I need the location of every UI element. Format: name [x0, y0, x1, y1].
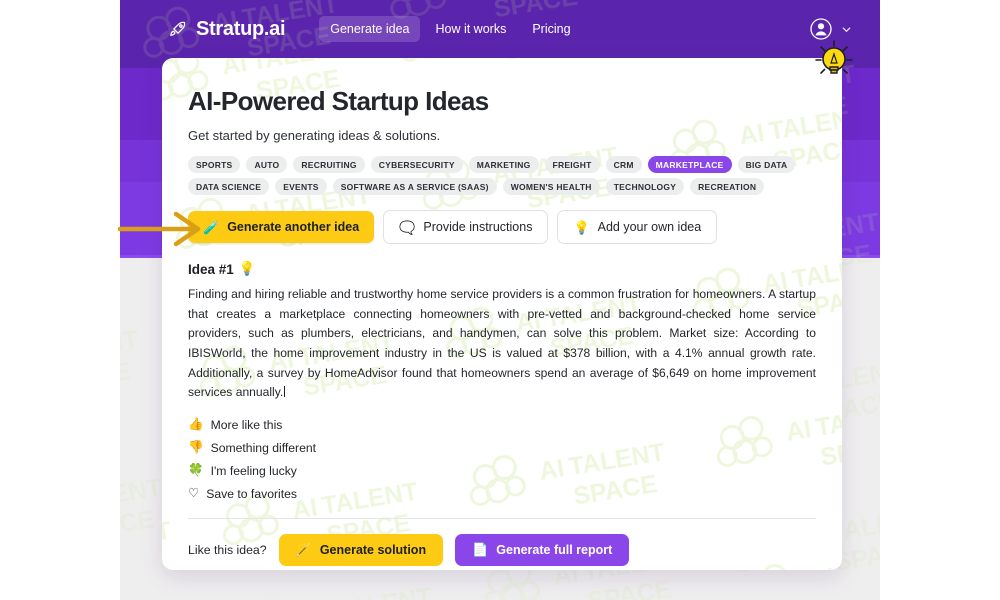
footer-divider — [188, 517, 816, 519]
lightbulb-icon: 💡 — [238, 261, 256, 277]
tag-sports[interactable]: SPORTS — [188, 156, 241, 174]
magic-wand-icon: 🪄 — [295, 542, 312, 558]
tag-events[interactable]: EVENTS — [275, 178, 327, 196]
tag-recruiting[interactable]: RECRUITING — [293, 156, 365, 174]
nav-links: Generate idea How it works Pricing — [319, 16, 581, 42]
nav-link-generate-idea[interactable]: Generate idea — [319, 16, 421, 42]
speech-balloon-icon: 🗨️ — [399, 219, 416, 235]
tag-womens-health[interactable]: WOMEN'S HEALTH — [502, 178, 600, 196]
tag-data-science[interactable]: DATA SCIENCE — [188, 178, 270, 196]
generate-solution-button[interactable]: 🪄 Generate solution — [278, 533, 444, 566]
brand-name: Stratup.ai — [196, 17, 286, 40]
app-root: AI TALENT SPACE Stratup.ai Generate idea — [0, 0, 1000, 600]
generate-full-report-button[interactable]: 📄 Generate full report — [455, 533, 630, 566]
tag-freight[interactable]: FREIGHT — [544, 156, 600, 174]
feedback-label: More like this — [210, 417, 283, 432]
page-subtitle: Get started by generating ideas & soluti… — [188, 128, 441, 144]
category-tag-list: SPORTS AUTO RECRUITING CYBERSECURITY MAR… — [188, 156, 813, 196]
generate-solution-label: Generate solution — [319, 542, 427, 557]
feedback-something-different[interactable]: 👎 Something different — [188, 441, 316, 455]
idea-body-content: Finding and hiring reliable and trustwor… — [188, 287, 816, 400]
idea-body-text[interactable]: Finding and hiring reliable and trustwor… — [188, 285, 816, 402]
flask-icon: 🧪 — [203, 219, 220, 235]
tag-big-data[interactable]: BIG DATA — [737, 156, 796, 174]
feedback-label: I'm feeling lucky — [210, 463, 297, 478]
feedback-label: Save to favorites — [206, 486, 297, 501]
footer-prompt-label: Like this idea? — [188, 542, 267, 557]
generate-another-idea-button[interactable]: 🧪 Generate another idea — [188, 211, 375, 244]
main-card: AI TALENT SPACE AI-Powered Startup Ideas… — [162, 58, 842, 570]
top-navbar: Stratup.ai Generate idea How it works Pr… — [120, 0, 880, 58]
nav-link-label: Pricing — [532, 22, 571, 36]
nav-link-label: How it works — [435, 22, 507, 36]
tag-technology[interactable]: TECHNOLOGY — [605, 178, 685, 196]
idea-heading-text: Idea #1 — [188, 261, 234, 277]
document-icon: 📄 — [472, 542, 489, 558]
rocket-icon — [168, 19, 188, 39]
brand-logo[interactable]: Stratup.ai — [168, 17, 286, 41]
tag-marketplace[interactable]: MARKETPLACE — [647, 156, 732, 174]
four-leaf-clover-icon: 🍀 — [188, 463, 204, 478]
decorative-lightbulb-icon — [815, 40, 853, 74]
tag-marketing[interactable]: MARKETING — [468, 156, 539, 174]
thumbs-up-icon: 👍 — [188, 417, 204, 432]
feedback-label: Something different — [210, 440, 317, 455]
idea-actions-row: 🧪 Generate another idea 🗨️ Provide instr… — [188, 210, 816, 245]
nav-link-pricing[interactable]: Pricing — [521, 16, 581, 42]
add-your-own-idea-label: Add your own idea — [597, 220, 702, 235]
tag-auto[interactable]: AUTO — [246, 156, 288, 174]
feedback-more-like-this[interactable]: 👍 More like this — [188, 418, 282, 432]
thumbs-down-icon: 👎 — [188, 440, 204, 455]
tag-saas[interactable]: SOFTWARE AS A SERVICE (SAAS) — [332, 178, 497, 196]
tag-recreation[interactable]: RECREATION — [690, 178, 765, 196]
provide-instructions-label: Provide instructions — [423, 220, 533, 235]
text-caret — [284, 386, 286, 398]
feedback-save-to-favorites[interactable]: ♡ Save to favorites — [188, 487, 297, 501]
provide-instructions-button[interactable]: 🗨️ Provide instructions — [383, 210, 549, 245]
tag-crm[interactable]: CRM — [605, 156, 642, 174]
idea-feedback-list: 👍 More like this 👎 Something different 🍀… — [188, 418, 816, 501]
heart-outline-icon: ♡ — [188, 486, 200, 501]
idea-heading: Idea #1 💡 — [188, 261, 816, 277]
generate-another-idea-label: Generate another idea — [227, 220, 360, 235]
lightbulb-icon: 💡 — [573, 219, 590, 235]
nav-link-label: Generate idea — [330, 22, 410, 36]
generate-full-report-label: Generate full report — [496, 542, 613, 557]
feedback-feeling-lucky[interactable]: 🍀 I'm feeling lucky — [188, 464, 297, 478]
tag-cybersecurity[interactable]: CYBERSECURITY — [370, 156, 463, 174]
chevron-down-icon[interactable] — [841, 24, 852, 35]
page-title: AI-Powered Startup Ideas — [188, 86, 489, 116]
add-your-own-idea-button[interactable]: 💡 Add your own idea — [557, 210, 718, 245]
card-footer: Like this idea? 🪄 Generate solution 📄 Ge… — [188, 533, 816, 566]
nav-link-how-it-works[interactable]: How it works — [424, 16, 517, 42]
